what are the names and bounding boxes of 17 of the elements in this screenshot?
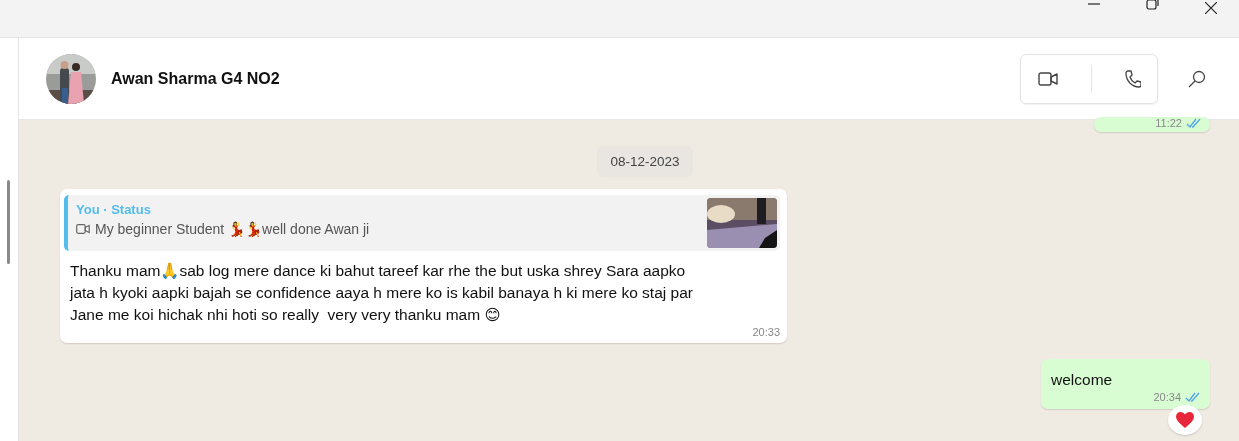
quoted-status[interactable]: You · Status My beginner Student 💃💃well done Awan ji xyxy=(64,195,780,251)
phone-icon[interactable] xyxy=(1124,69,1141,88)
message-time: 20:33 xyxy=(752,326,780,338)
heart-icon xyxy=(1175,411,1195,429)
video-call-icon[interactable] xyxy=(1037,71,1058,86)
quote-caption: My beginner Student 💃💃well done Awan ji xyxy=(95,221,370,237)
message-time: 11:22 xyxy=(1155,117,1182,129)
restore-icon[interactable] xyxy=(1146,0,1159,10)
message-text: Thanku mam🙏sab log mere dance ki bahut tareef kar rhe the but uska shrey Sara aapko jata h kyoki aapki bajah se confidence aaya h mere ko is kabil banaya h ki mere ko staj par Jane me koi hichak nhi hoti so really very very thanku mam 😊 xyxy=(68,261,694,325)
search-icon[interactable] xyxy=(1188,69,1206,88)
message-text: welcome xyxy=(1051,370,1114,390)
message-time: 20:34 xyxy=(1153,391,1181,403)
close-icon[interactable] xyxy=(1205,1,1217,14)
minimize-icon[interactable] xyxy=(1088,2,1100,5)
date-chip: 08-12-2023 xyxy=(597,146,693,177)
contact-name[interactable]: Awan Sharma G4 NO2 xyxy=(111,69,280,88)
quote-author: You · Status xyxy=(76,202,152,217)
